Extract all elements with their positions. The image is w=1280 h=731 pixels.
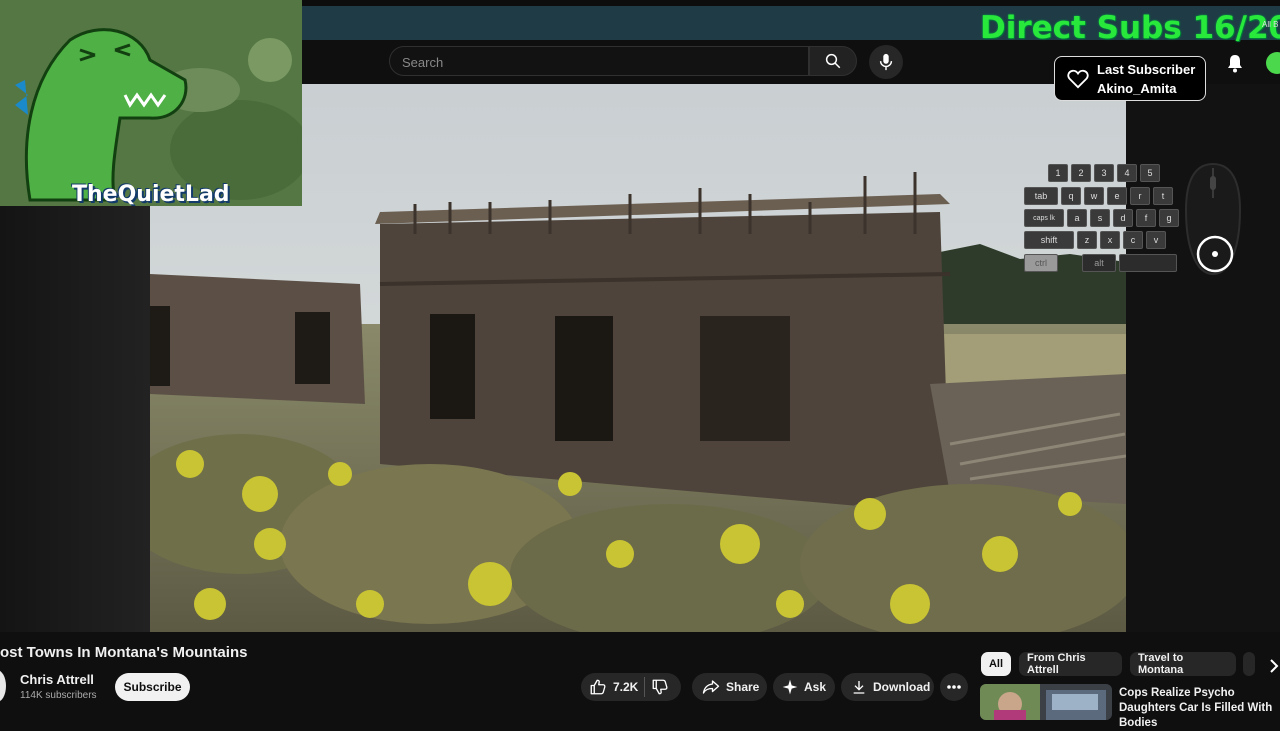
subscribe-button[interactable]: Subscribe — [115, 673, 190, 701]
last-subscriber-name: Akino_Amita — [1097, 81, 1177, 96]
key: ctrl — [1024, 254, 1058, 272]
thumbnail-image — [980, 684, 1112, 720]
voice-search-button[interactable] — [869, 45, 903, 79]
webcam-overlay: TheQuietLad — [0, 0, 302, 206]
key: t — [1153, 187, 1173, 205]
bell-icon — [1228, 55, 1242, 73]
recommendation-title[interactable]: Cops Realize Psycho Daughters Car Is Fil… — [1119, 686, 1279, 731]
overlay-tiny-label: All B — [1262, 20, 1279, 29]
channel-name[interactable]: Chris Attrell — [20, 672, 94, 687]
notifications-button[interactable] — [1222, 50, 1248, 76]
share-label: Share — [726, 680, 760, 694]
heart-icon — [1067, 69, 1089, 89]
key: tab — [1024, 187, 1058, 205]
key: x — [1100, 231, 1120, 249]
chevron-right-icon[interactable] — [1268, 656, 1280, 676]
key: c — [1123, 231, 1143, 249]
like-dislike-group: 7.2K — [581, 673, 681, 701]
key: 4 — [1117, 164, 1137, 182]
key: 1 — [1048, 164, 1068, 182]
more-actions-button[interactable] — [940, 673, 968, 701]
key: g — [1159, 209, 1179, 227]
ask-button[interactable]: Ask — [773, 673, 835, 701]
key: 2 — [1071, 164, 1091, 182]
recommendation-thumbnail[interactable] — [980, 684, 1112, 720]
like-count: 7.2K — [613, 680, 639, 694]
key: d — [1113, 209, 1133, 227]
key: w — [1084, 187, 1104, 205]
key: a — [1067, 209, 1087, 227]
share-icon — [702, 680, 720, 694]
chip-from-channel[interactable]: From Chris Attrell — [1019, 652, 1122, 676]
download-label: Download — [873, 680, 931, 694]
direct-subs-counter: Direct Subs 16/20 — [980, 10, 1280, 46]
more-dots-icon — [947, 685, 961, 689]
thumbs-up-icon — [590, 679, 606, 695]
key: 3 — [1094, 164, 1114, 182]
channel-subscriber-count: 114K subscribers — [20, 690, 97, 701]
key: q — [1061, 187, 1081, 205]
download-button[interactable]: Download — [841, 673, 934, 701]
key: s — [1090, 209, 1110, 227]
keyboard-overlay: 1 2 3 4 5 tab q w e r t caps lk a s d f … — [1024, 162, 1184, 282]
video-title: ost Towns In Montana's Mountains — [0, 644, 248, 661]
key: alt — [1082, 254, 1116, 272]
sparkle-icon — [782, 679, 798, 695]
search-box[interactable] — [389, 46, 809, 77]
search-icon — [825, 53, 841, 69]
download-icon — [853, 681, 865, 694]
channel-avatar[interactable] — [0, 670, 6, 702]
chip-partial[interactable] — [1243, 652, 1255, 676]
last-subscriber-label: Last Subscriber — [1097, 62, 1196, 77]
like-button[interactable]: 7.2K — [589, 678, 638, 696]
key: f — [1136, 209, 1156, 227]
thumbs-down-icon[interactable] — [651, 678, 669, 696]
chip-all[interactable]: All — [981, 652, 1011, 676]
key — [1119, 254, 1177, 272]
key: 5 — [1140, 164, 1160, 182]
key: z — [1077, 231, 1097, 249]
mascot-crocodile-icon — [0, 0, 302, 206]
key: caps lk — [1024, 209, 1064, 227]
mouse-overlay — [1180, 160, 1246, 278]
chip-travel-to-montana[interactable]: Travel to Montana — [1130, 652, 1236, 676]
key: r — [1130, 187, 1150, 205]
webcam-caption: TheQuietLad — [72, 182, 230, 206]
search-input[interactable] — [390, 47, 784, 77]
microphone-icon — [879, 53, 893, 71]
key: v — [1146, 231, 1166, 249]
ask-label: Ask — [804, 680, 827, 694]
share-button[interactable]: Share — [692, 673, 767, 701]
mouse-icon — [1184, 162, 1242, 276]
last-subscriber-alert: Last Subscriber Akino_Amita — [1054, 56, 1206, 101]
key: shift — [1024, 231, 1074, 249]
search-button[interactable] — [809, 46, 857, 76]
key: e — [1107, 187, 1127, 205]
